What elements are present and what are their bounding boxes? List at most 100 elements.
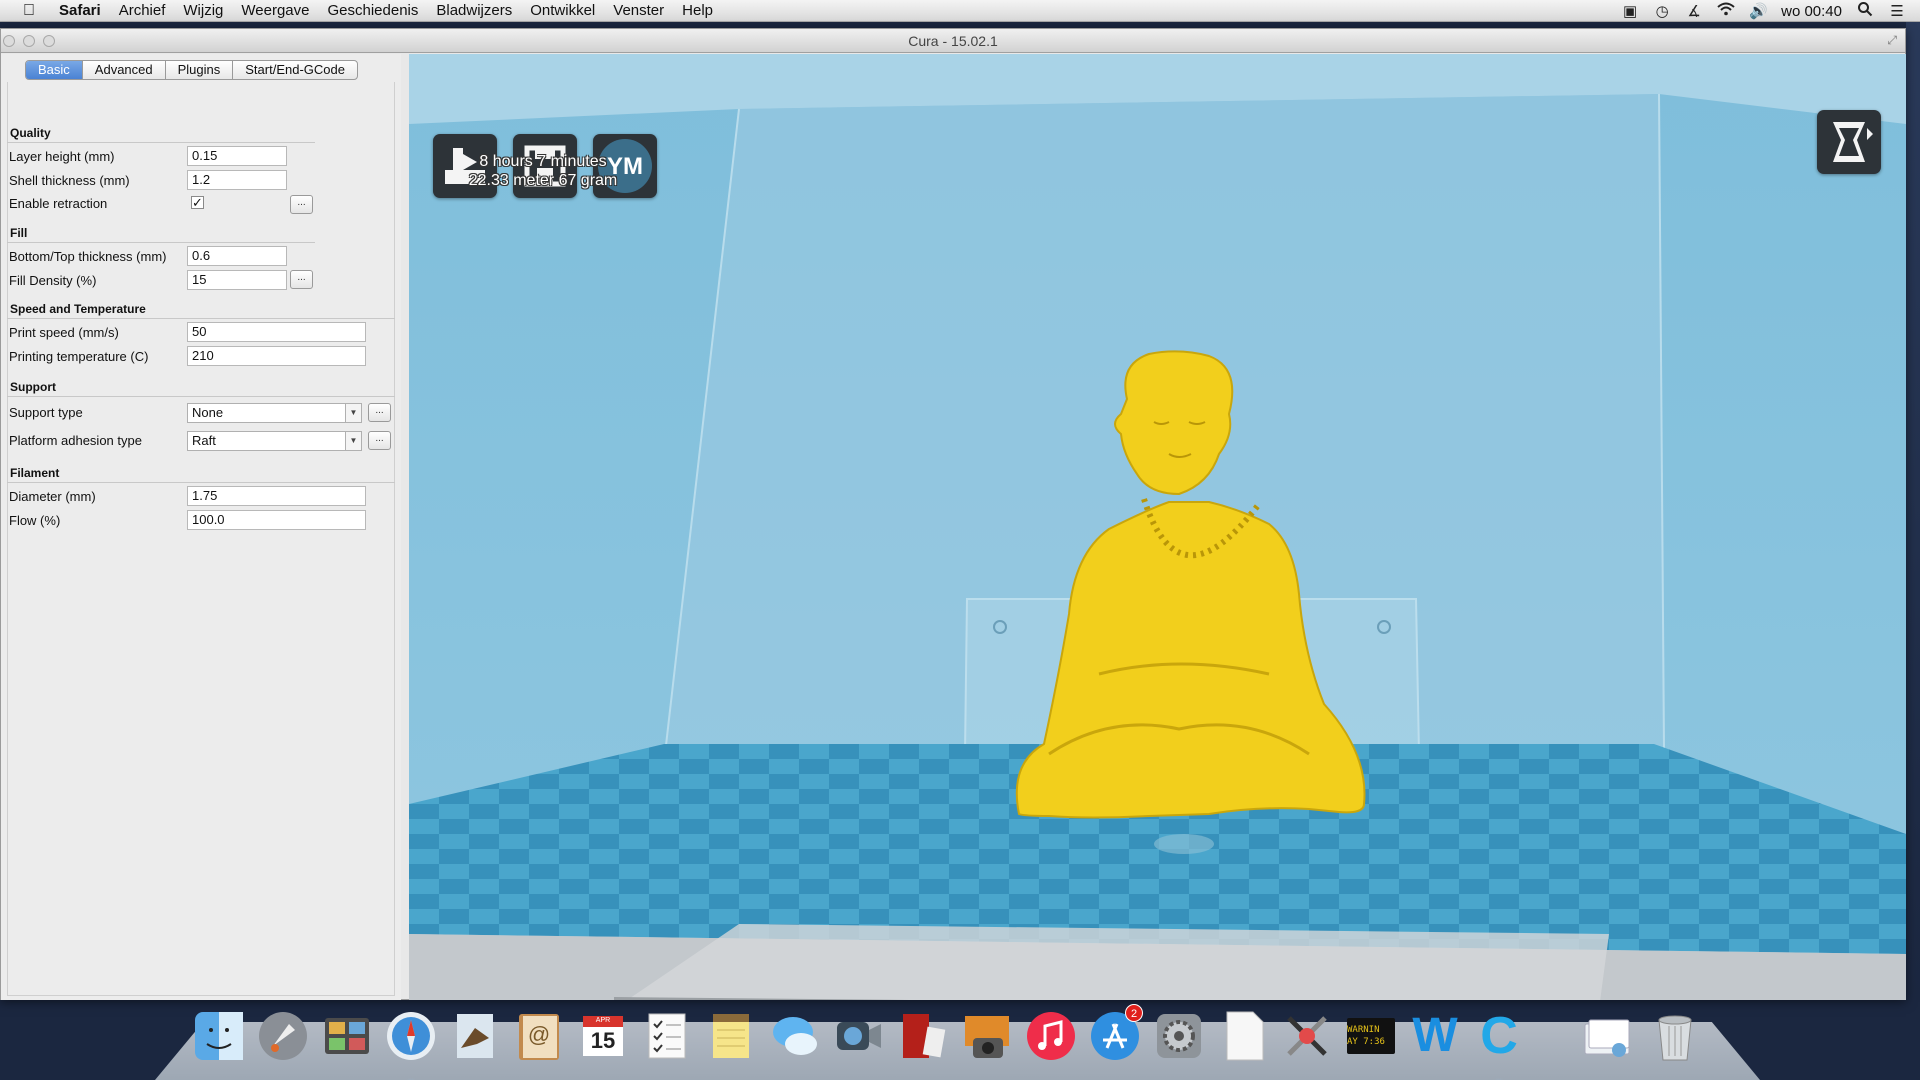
bottom-top-thickness-input[interactable]: 0.6 xyxy=(187,246,287,266)
fill-density-more-button[interactable]: ... xyxy=(290,270,313,289)
trash-icon xyxy=(1658,1015,1692,1061)
finder-icon xyxy=(195,1012,243,1060)
menu-bladwijzers[interactable]: Bladwijzers xyxy=(427,2,521,19)
platform-adhesion-select[interactable]: Raft ▼ xyxy=(187,431,362,451)
dock-photo-booth[interactable] xyxy=(895,1008,951,1064)
support-type-label: Support type xyxy=(9,405,83,420)
retraction-checkbox[interactable]: ✓ xyxy=(191,196,204,209)
dock-mail[interactable] xyxy=(447,1008,503,1064)
dock-web-app[interactable]: W xyxy=(1407,1008,1463,1064)
dock-trash[interactable] xyxy=(1647,1008,1703,1064)
dock-notes[interactable] xyxy=(703,1008,759,1064)
spotlight-search-icon[interactable] xyxy=(1856,1,1874,21)
dock-cura[interactable]: C xyxy=(1471,1007,1527,1065)
documents-stack-icon xyxy=(1584,1019,1630,1057)
flow-input[interactable]: 100.0 xyxy=(187,510,366,530)
section-divider xyxy=(7,142,315,143)
bluetooth-icon[interactable]: ∡ xyxy=(1685,2,1703,20)
dock-textedit[interactable] xyxy=(1215,1008,1271,1064)
layer-height-input[interactable]: 0.15 xyxy=(187,146,287,166)
notification-center-icon[interactable]: ☰ xyxy=(1888,2,1906,20)
notes-icon xyxy=(713,1014,749,1058)
dock-contacts[interactable]: @ xyxy=(511,1008,567,1064)
diameter-input[interactable]: 1.75 xyxy=(187,486,366,506)
fill-density-label: Fill Density (%) xyxy=(9,273,97,288)
dock-reminders[interactable] xyxy=(639,1008,695,1064)
dock-color-utility[interactable] xyxy=(1279,1008,1335,1064)
menubar-clock[interactable]: wo 00:40 xyxy=(1781,3,1842,20)
menu-geschiedenis[interactable]: Geschiedenis xyxy=(318,2,427,19)
view-mode-button[interactable] xyxy=(1817,110,1881,174)
contacts-label: @ xyxy=(527,1022,551,1047)
dock: @ APR 15 2 WARNIN AY 7:36 W C xyxy=(155,1000,1760,1080)
dock-documents[interactable] xyxy=(1579,1008,1635,1064)
menu-app-safari[interactable]: Safari xyxy=(50,2,110,19)
volume-icon[interactable]: 🔊 xyxy=(1749,2,1768,20)
dock-itunes[interactable] xyxy=(1023,1008,1079,1064)
document-icon xyxy=(1226,1011,1264,1061)
menu-weergave[interactable]: Weergave xyxy=(232,2,318,19)
support-type-more-button[interactable]: ... xyxy=(368,403,391,422)
retraction-more-button[interactable]: ... xyxy=(290,195,313,214)
menu-ontwikkel[interactable]: Ontwikkel xyxy=(521,2,604,19)
fill-density-input[interactable]: 15 xyxy=(187,270,287,290)
section-divider xyxy=(7,482,395,483)
tab-basic[interactable]: Basic xyxy=(26,61,83,79)
print-speed-input[interactable]: 50 xyxy=(187,322,366,342)
settings-tabs: Basic Advanced Plugins Start/End-GCode xyxy=(25,60,358,80)
section-filament-title: Filament xyxy=(10,466,60,480)
menu-help[interactable]: Help xyxy=(673,2,722,19)
estimate-material: 22.33 meter 67 gram xyxy=(468,172,618,189)
window-titlebar[interactable]: Cura - 15.02.1 ⤢ xyxy=(1,29,1905,53)
menu-archief[interactable]: Archief xyxy=(110,2,175,19)
dock-facetime[interactable] xyxy=(831,1008,887,1064)
desktop-background xyxy=(1906,22,1920,1000)
section-fill-title: Fill xyxy=(10,226,28,240)
tab-plugins[interactable]: Plugins xyxy=(166,61,234,79)
screen-mirror-icon[interactable]: ▣ xyxy=(1621,2,1639,20)
window-title: Cura - 15.02.1 xyxy=(908,33,998,49)
reminders-icon xyxy=(648,1013,686,1059)
dock-photo-browser[interactable] xyxy=(319,1008,375,1064)
layer-height-label: Layer height (mm) xyxy=(9,149,115,164)
section-divider xyxy=(7,318,395,319)
dock-app-store[interactable]: 2 xyxy=(1087,1004,1143,1064)
menu-wijzig[interactable]: Wijzig xyxy=(174,2,232,19)
shell-thickness-input[interactable]: 1.2 xyxy=(187,170,287,190)
dock-messages[interactable] xyxy=(767,1008,823,1064)
fullscreen-icon[interactable]: ⤢ xyxy=(1887,33,1897,48)
dock-console[interactable]: WARNIN AY 7:36 xyxy=(1343,1008,1399,1064)
section-support-title: Support xyxy=(10,380,56,394)
chevron-down-icon: ▼ xyxy=(345,432,361,450)
printing-temperature-input[interactable]: 210 xyxy=(187,346,366,366)
launchpad-icon xyxy=(259,1012,307,1060)
dock-safari[interactable] xyxy=(383,1008,439,1064)
gear-icon xyxy=(1157,1014,1201,1058)
iphoto-icon xyxy=(965,1016,1009,1058)
wifi-icon[interactable] xyxy=(1717,2,1735,20)
dock-calendar[interactable]: APR 15 xyxy=(575,1008,631,1064)
web-app-letter: W xyxy=(1412,1009,1458,1062)
dock-iphoto[interactable] xyxy=(959,1008,1015,1064)
apple-menu-icon[interactable]:  xyxy=(18,2,40,20)
diameter-label: Diameter (mm) xyxy=(9,489,96,504)
dock-system-preferences[interactable] xyxy=(1151,1008,1207,1064)
tab-advanced[interactable]: Advanced xyxy=(83,61,166,79)
section-quality-title: Quality xyxy=(10,126,51,140)
mail-icon xyxy=(457,1014,493,1058)
platform-adhesion-more-button[interactable]: ... xyxy=(368,431,391,450)
dock-finder[interactable] xyxy=(191,1008,247,1064)
time-machine-icon[interactable]: ◷ xyxy=(1653,2,1671,20)
console-text: WARNIN AY 7:36 xyxy=(1347,1025,1385,1047)
shell-thickness-label: Shell thickness (mm) xyxy=(9,173,130,188)
tab-start-end-gcode[interactable]: Start/End-GCode xyxy=(233,61,357,79)
platform-adhesion-label: Platform adhesion type xyxy=(9,433,142,448)
support-type-value: None xyxy=(192,405,224,420)
dock-launchpad[interactable] xyxy=(255,1008,311,1064)
section-divider xyxy=(7,396,395,397)
menu-venster[interactable]: Venster xyxy=(604,2,673,19)
3d-viewport[interactable]: YM 8 hours 7 minutes 22.33 meter 67 gram xyxy=(409,54,1906,1000)
menu-bar:  Safari Archief Wijzig Weergave Geschie… xyxy=(0,0,1920,22)
section-divider xyxy=(7,242,315,243)
support-type-select[interactable]: None ▼ xyxy=(187,403,362,423)
